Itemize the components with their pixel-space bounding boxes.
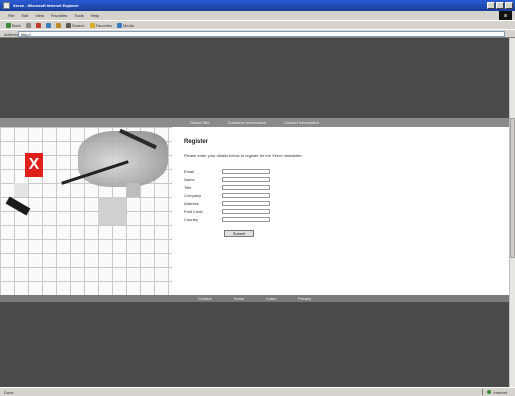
- decor-stroke: [5, 196, 31, 216]
- form-row: Title: [184, 184, 404, 191]
- field-input[interactable]: [222, 209, 270, 214]
- nav-customer-information[interactable]: Customer Information: [228, 120, 266, 125]
- address-input[interactable]: http://: [18, 31, 505, 37]
- field-input[interactable]: [222, 201, 270, 206]
- register-form: Register Please enter your details below…: [184, 139, 404, 237]
- form-row: Name: [184, 176, 404, 183]
- hero-image: X: [0, 127, 172, 295]
- toolbar-button-label: Back: [12, 22, 21, 28]
- window-title: Xerox - Microsoft Internet Explorer: [13, 3, 79, 8]
- toolbar-button-7[interactable]: Media: [117, 22, 134, 28]
- field-input[interactable]: [222, 169, 270, 174]
- status-bar: Done Internet: [0, 387, 515, 396]
- menu-view[interactable]: View: [35, 13, 44, 18]
- zone-label: Internet: [493, 389, 507, 395]
- xerox-logo-icon: X: [25, 153, 43, 177]
- refresh-icon: [45, 22, 51, 28]
- form-row: Address: [184, 200, 404, 207]
- form-row: Country: [184, 216, 404, 223]
- footer-link-home[interactable]: Home: [234, 296, 245, 301]
- address-label: Address: [4, 32, 19, 37]
- home-icon: [55, 22, 61, 28]
- menu-help[interactable]: Help: [91, 13, 99, 18]
- field-label: Email: [184, 169, 195, 174]
- form-row: Email: [184, 168, 404, 175]
- menu-edit[interactable]: Edit: [21, 13, 28, 18]
- field-label: Company: [184, 193, 202, 198]
- content-area: X Register Please enter your details bel…: [0, 127, 509, 295]
- field-label: Address: [184, 201, 199, 206]
- media-icon: [117, 22, 123, 28]
- field-label: Country: [184, 217, 199, 222]
- back-icon: [6, 22, 11, 28]
- menu-bar: File Edit View Favorites Tools Help ⊞: [0, 11, 515, 20]
- ie-app-icon: [3, 2, 10, 9]
- submit-button[interactable]: Submit: [224, 230, 254, 237]
- toolbar-button-0[interactable]: Back: [6, 22, 21, 28]
- toolbar-button-label: Search: [71, 22, 85, 28]
- grey-tile: [14, 183, 28, 197]
- status-text: Done: [4, 390, 14, 395]
- grey-tile: [98, 197, 126, 225]
- toolbar: Back Search Favorites Media: [0, 20, 515, 29]
- favorites-icon: [89, 22, 95, 28]
- toolbar-button-1[interactable]: [25, 22, 31, 28]
- minimize-button[interactable]: [487, 2, 495, 9]
- internet-zone-icon: [487, 390, 492, 394]
- hand-photo: [78, 131, 168, 187]
- toolbar-button-6[interactable]: Favorites: [89, 22, 113, 28]
- site-top-nav: Global Site Customer Information Contact…: [0, 118, 509, 127]
- window-controls: [487, 2, 513, 9]
- field-input[interactable]: [222, 193, 270, 198]
- vertical-scrollbar[interactable]: [509, 38, 515, 387]
- title-bar: Xerox - Microsoft Internet Explorer: [0, 0, 515, 11]
- page-viewport: Global Site Customer Information Contact…: [0, 38, 509, 387]
- field-input[interactable]: [222, 177, 270, 182]
- toolbar-button-2[interactable]: [35, 22, 41, 28]
- toolbar-button-label: Media: [123, 22, 134, 28]
- field-label: Post Code: [184, 209, 203, 214]
- search-icon: [65, 22, 71, 28]
- toolbar-button-4[interactable]: [55, 22, 61, 28]
- windows-logo-icon: ⊞: [499, 11, 512, 20]
- footer-link-index[interactable]: Index: [266, 296, 276, 301]
- form-intro: Please enter your details below to regis…: [184, 153, 303, 158]
- footer-link-contact[interactable]: Contact: [198, 296, 212, 301]
- site-footer-nav: Contact Home Index Privacy: [0, 295, 509, 302]
- grey-tile: [126, 183, 140, 197]
- form-title: Register: [184, 139, 209, 145]
- close-button[interactable]: [505, 2, 513, 9]
- form-fields: Email Name Title Company Address Post Code Cou…: [184, 168, 404, 223]
- toolbar-button-3[interactable]: [45, 22, 51, 28]
- scrollbar-thumb[interactable]: [510, 118, 515, 258]
- security-zone: Internet: [482, 389, 507, 395]
- menu-favorites[interactable]: Favorites: [51, 13, 67, 18]
- footer-link-privacy[interactable]: Privacy: [298, 296, 311, 301]
- nav-global-site[interactable]: Global Site: [190, 120, 210, 125]
- form-row: Company: [184, 192, 404, 199]
- form-row: Post Code: [184, 208, 404, 215]
- toolbar-button-label: Favorites: [95, 22, 113, 28]
- field-input[interactable]: [222, 217, 270, 222]
- forward-icon: [25, 22, 31, 28]
- menu-tools[interactable]: Tools: [74, 13, 83, 18]
- menu-file[interactable]: File: [8, 13, 14, 18]
- nav-contact-information[interactable]: Contact Information: [284, 120, 319, 125]
- toolbar-button-5[interactable]: Search: [65, 22, 85, 28]
- field-label: Title: [184, 185, 192, 190]
- stop-icon: [35, 22, 41, 28]
- maximize-button[interactable]: [496, 2, 504, 9]
- address-bar: Address http://: [0, 29, 515, 38]
- field-input[interactable]: [222, 185, 270, 190]
- field-label: Name: [184, 177, 195, 182]
